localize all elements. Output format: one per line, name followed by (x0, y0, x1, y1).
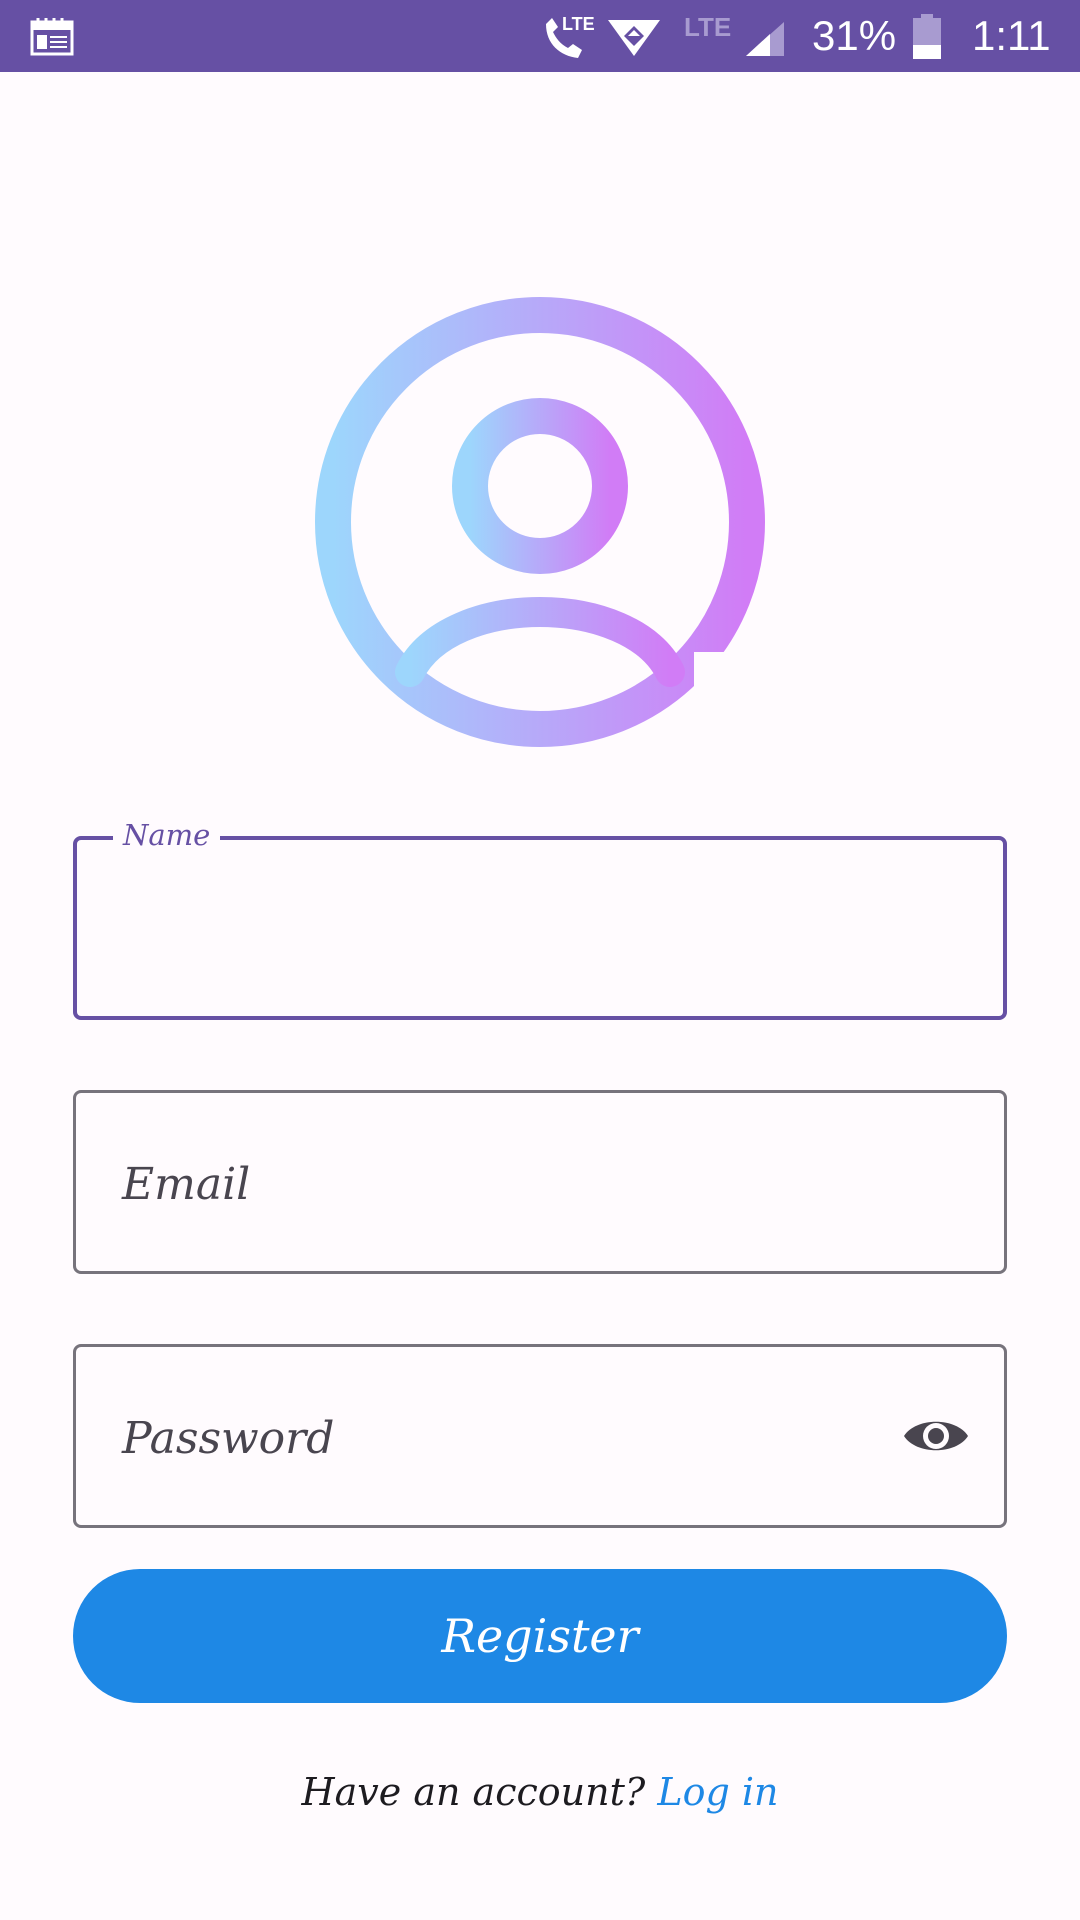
lte-call-icon: LTE (540, 10, 602, 65)
have-account-text: Have an account? (301, 1770, 658, 1814)
secondary-lte-label: LTE (684, 12, 732, 42)
wifi-icon (606, 14, 662, 63)
password-placeholder: Password (122, 1413, 335, 1464)
login-prompt: Have an account? Log in (0, 1770, 1080, 1814)
password-field[interactable]: Password (73, 1344, 1007, 1528)
calendar-icon (30, 16, 74, 61)
eye-icon[interactable] (902, 1411, 970, 1465)
register-button[interactable]: Register (73, 1569, 1007, 1703)
battery-icon (912, 14, 942, 65)
battery-percent: 31% (812, 12, 897, 59)
email-placeholder: Email (122, 1159, 251, 1210)
name-field[interactable]: Name (73, 818, 1007, 1020)
add-profile-photo-button[interactable] (310, 292, 770, 752)
lte-label: LTE (562, 14, 595, 34)
clock-time: 1:11 (972, 12, 1051, 59)
login-link[interactable]: Log in (657, 1770, 778, 1814)
name-field-label: Name (113, 818, 221, 852)
email-field[interactable]: Email (73, 1090, 1007, 1274)
status-bar: LTE LTE 31% 1:11 (0, 0, 1080, 72)
add-profile-photo-icon (315, 297, 765, 747)
signal-icon (744, 20, 786, 63)
